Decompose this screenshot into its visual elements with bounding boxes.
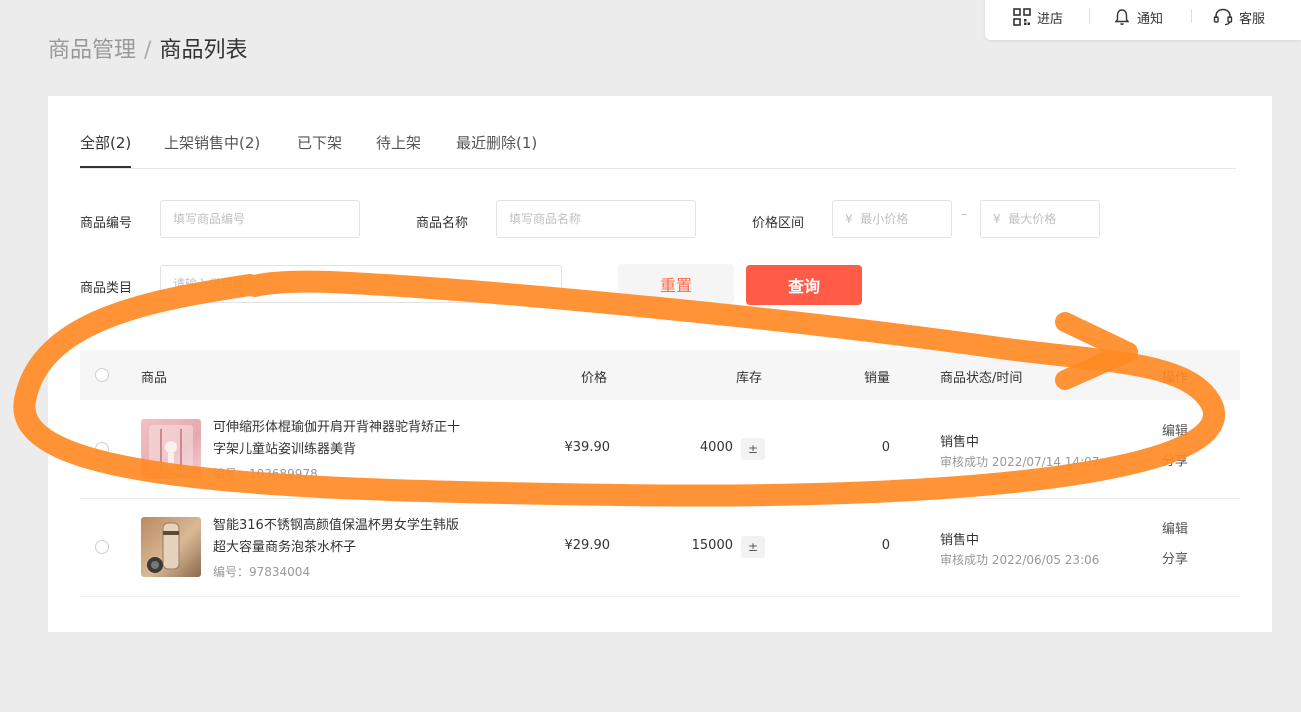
bell-icon — [1114, 9, 1130, 25]
qr-code-icon — [1013, 8, 1031, 26]
product-status: 销售中 — [940, 533, 980, 548]
product-sales: 0 — [881, 538, 890, 553]
status-detail: 审核成功 2022/07/14 14:07 — [940, 455, 1100, 469]
product-name[interactable]: 智能316不锈钢高颜值保温杯男女学生韩版超大容量商务泡茶水杯子 — [213, 515, 463, 559]
status-tabs: 全部(2) 上架销售中(2) 已下架 待上架 最近删除(1) — [80, 132, 1236, 169]
headset-icon — [1213, 8, 1233, 26]
tab-all[interactable]: 全部(2) — [80, 132, 132, 168]
product-no-label: 商品编号 — [80, 216, 133, 231]
enter-store-label: 进店 — [1037, 11, 1064, 27]
product-name-label: 商品名称 — [416, 216, 469, 231]
table-row: 可伸缩形体棍瑜伽开肩开背神器驼背矫正十字架儿童站姿训练器美背 编号：103689… — [80, 400, 1240, 499]
query-button[interactable]: 查询 — [746, 265, 862, 305]
customer-service-label: 客服 — [1239, 11, 1266, 27]
notifications-button[interactable]: 通知 — [1113, 8, 1164, 27]
product-image — [149, 425, 193, 473]
header-status-time: 商品状态/时间 — [940, 371, 1023, 386]
max-price-input[interactable] — [980, 200, 1100, 238]
category-input[interactable] — [160, 265, 562, 303]
min-price-input[interactable] — [832, 200, 952, 238]
status-detail: 审核成功 2022/06/05 23:06 — [940, 553, 1100, 567]
row-select-radio[interactable] — [95, 540, 109, 554]
table-header: 商品 价格 库存 销量 商品状态/时间 操作 — [80, 350, 1240, 400]
page-title: 商品列表 — [159, 38, 248, 63]
plus-minus-icon: ± — [747, 442, 759, 456]
header-actions: 操作 — [1162, 371, 1189, 386]
header-product: 商品 — [141, 371, 168, 386]
reset-button[interactable]: 重置 — [618, 264, 734, 304]
product-stock: 15000 — [691, 538, 733, 553]
product-thumbnail — [141, 419, 201, 479]
enter-store-button[interactable]: 进店 — [1013, 8, 1064, 27]
divider — [1089, 9, 1090, 23]
tab-pending-listing[interactable]: 待上架 — [376, 132, 421, 153]
product-sales: 0 — [881, 440, 890, 455]
product-id: 编号：97834004 — [213, 565, 311, 579]
product-image — [147, 522, 180, 573]
product-no-input[interactable] — [160, 200, 360, 238]
header-stock: 库存 — [736, 371, 763, 386]
product-name[interactable]: 可伸缩形体棍瑜伽开肩开背神器驼背矫正十字架儿童站姿训练器美背 — [213, 417, 463, 461]
tab-recently-deleted[interactable]: 最近删除(1) — [456, 132, 537, 153]
header-price: 价格 — [581, 371, 608, 386]
tab-on-sale[interactable]: 上架销售中(2) — [164, 132, 260, 153]
select-all-radio[interactable] — [95, 368, 109, 382]
price-range-label: 价格区间 — [752, 216, 805, 231]
product-price: ¥39.90 — [564, 440, 611, 455]
product-id: 编号：103689978 — [213, 467, 318, 481]
main-panel: 全部(2) 上架销售中(2) 已下架 待上架 最近删除(1) 商品编号 商品名称… — [48, 96, 1272, 632]
row-select-radio[interactable] — [95, 442, 109, 456]
top-bar: 进店 通知 客服 — [985, 0, 1301, 40]
tab-delisted[interactable]: 已下架 — [297, 132, 342, 153]
share-link[interactable]: 分享 — [1162, 450, 1188, 469]
stock-adjust-button[interactable]: ± — [741, 536, 765, 558]
product-stock: 4000 — [699, 440, 733, 455]
edit-link[interactable]: 编辑 — [1162, 518, 1188, 537]
product-thumbnail — [141, 517, 201, 577]
category-label: 商品类目 — [80, 281, 133, 296]
share-link[interactable]: 分享 — [1162, 548, 1188, 567]
divider — [1191, 9, 1192, 23]
stock-adjust-button[interactable]: ± — [741, 438, 765, 460]
product-price: ¥29.90 — [564, 538, 611, 553]
customer-service-button[interactable]: 客服 — [1213, 8, 1266, 27]
breadcrumb: 商品管理 / 商品列表 — [48, 32, 247, 64]
notifications-label: 通知 — [1137, 11, 1164, 27]
product-name-input[interactable] — [496, 200, 696, 238]
edit-link[interactable]: 编辑 — [1162, 420, 1188, 439]
breadcrumb-parent[interactable]: 商品管理 — [48, 38, 136, 63]
breadcrumb-separator: / — [144, 38, 152, 63]
product-status: 销售中 — [940, 435, 980, 450]
table-row: 智能316不锈钢高颜值保温杯男女学生韩版超大容量商务泡茶水杯子 编号：97834… — [80, 498, 1240, 597]
price-range-separator: – — [961, 207, 968, 222]
plus-minus-icon: ± — [747, 540, 759, 554]
header-sales: 销量 — [864, 371, 891, 386]
